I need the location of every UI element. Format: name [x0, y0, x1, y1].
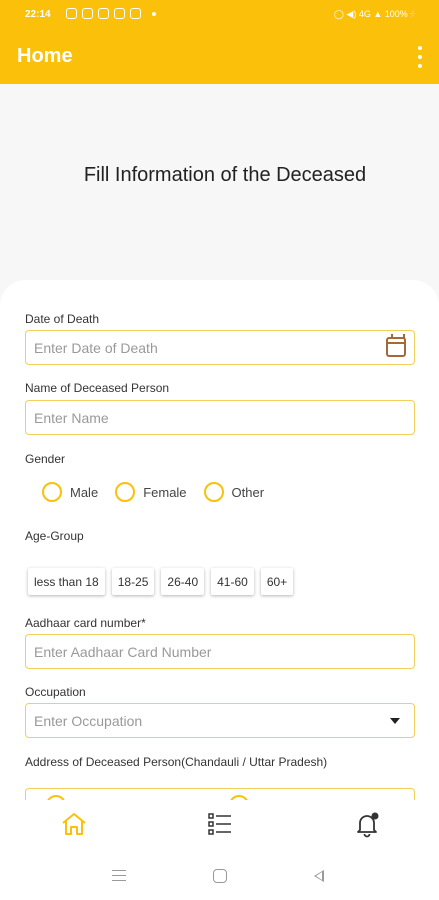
date-of-death-field[interactable]: Enter Date of Death — [25, 330, 415, 365]
gender-radio-group: Male Female Other — [42, 482, 281, 502]
radio-icon[interactable] — [42, 482, 62, 502]
more-notifications-icon — [152, 12, 156, 16]
overflow-menu-icon[interactable] — [415, 46, 425, 68]
gender-female-option[interactable]: Female — [115, 482, 187, 502]
home-icon[interactable] — [59, 809, 89, 839]
back-icon[interactable] — [314, 870, 324, 882]
recent-apps-icon[interactable] — [112, 870, 126, 881]
aadhaar-field[interactable]: Enter Aadhaar Card Number — [25, 634, 415, 669]
gender-option-label: Male — [70, 484, 99, 500]
address-label: Address of Deceased Person(Chandauli / U… — [25, 755, 328, 769]
name-placeholder: Enter Name — [34, 410, 109, 426]
calendar-icon[interactable] — [386, 334, 406, 357]
gender-other-option[interactable]: Other — [203, 482, 265, 502]
name-label: Name of Deceased Person — [25, 381, 170, 395]
system-home-icon[interactable] — [213, 869, 227, 883]
gender-option-label: Female — [143, 484, 187, 500]
notification-icon — [82, 8, 93, 19]
list-icon[interactable] — [205, 809, 235, 839]
system-navigation — [0, 850, 439, 900]
notification-icons — [66, 8, 156, 19]
age-group-label: Age-Group — [25, 529, 84, 543]
status-time: 22:14 — [25, 9, 51, 20]
notification-icon — [98, 8, 109, 19]
radio-icon[interactable] — [203, 482, 224, 502]
signal-icons: ◯ ◀) 4G ▲ — [333, 9, 385, 19]
age-chip[interactable]: 18-25 — [111, 568, 155, 595]
radio-icon[interactable] — [115, 482, 136, 502]
gender-option-label: Other — [231, 484, 265, 500]
gender-male-option[interactable]: Male — [42, 482, 98, 502]
occupation-label: Occupation — [25, 685, 86, 699]
notification-icon — [66, 8, 77, 19]
notification-icon — [114, 8, 125, 19]
battery-text: 100% — [384, 9, 408, 19]
status-indicators: ◯ ◀) 4G ▲ 100%⚡ — [333, 9, 419, 19]
dropdown-arrow-icon — [390, 718, 400, 724]
bottom-navigation — [0, 800, 439, 850]
app-bar: Home — [0, 30, 439, 84]
aadhaar-placeholder: Enter Aadhaar Card Number — [34, 644, 212, 660]
name-field[interactable]: Enter Name — [25, 400, 415, 435]
aadhaar-label: Aadhaar card number* — [25, 616, 146, 630]
date-of-death-label: Date of Death — [25, 312, 100, 326]
age-chip[interactable]: less than 18 — [28, 568, 105, 595]
age-group-chips: less than 18 18-25 26-40 41-60 60+ — [28, 568, 294, 595]
occupation-dropdown[interactable]: Enter Occupation — [25, 703, 415, 738]
date-of-death-placeholder: Enter Date of Death — [34, 340, 158, 356]
age-chip[interactable]: 41-60 — [211, 568, 254, 595]
gender-label: Gender — [25, 452, 66, 466]
occupation-placeholder: Enter Occupation — [34, 713, 143, 729]
bell-icon[interactable] — [352, 809, 382, 839]
status-bar: 22:14 ◯ ◀) 4G ▲ 100%⚡ — [0, 0, 439, 30]
page-heading: Fill Information of the Deceased — [83, 164, 367, 186]
age-chip[interactable]: 26-40 — [161, 568, 205, 595]
notification-icon — [130, 8, 141, 19]
app-title: Home — [17, 45, 73, 67]
age-chip[interactable]: 60+ — [260, 568, 294, 595]
